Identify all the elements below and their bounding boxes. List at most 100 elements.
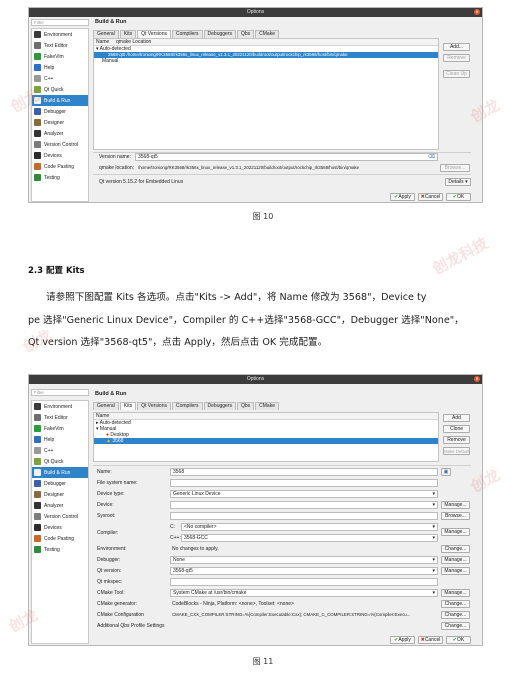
debugger-manage-button[interactable]: Manage... [441, 556, 470, 564]
cmake-generator-change-button[interactable]: Change... [441, 600, 470, 608]
qt-version-info: Qt version 5.15.2 for Embedded Linux [99, 179, 184, 185]
tab-debuggers[interactable]: Debuggers [203, 402, 236, 410]
device-manage-button[interactable]: Manage... [441, 501, 470, 509]
sidebar-item-text-editor[interactable]: Text Editor [32, 40, 88, 51]
device-type-select[interactable]: Generic Linux Device ▾ [170, 490, 438, 498]
tab-compilers[interactable]: Compilers [172, 30, 203, 38]
qt-version-manage-button[interactable]: Manage... [441, 567, 470, 575]
devices-icon [34, 524, 41, 531]
device-select[interactable]: ▾ [170, 501, 438, 509]
sidebar-item-testing[interactable]: Testing [32, 544, 88, 555]
filter-input[interactable]: Filter [31, 19, 89, 26]
sidebar-item-label: Analyzer [44, 502, 64, 509]
close-icon[interactable]: ✕ [474, 9, 480, 15]
sidebar-item-code-pasting[interactable]: Code Pasting [32, 533, 88, 544]
cpp-compiler-select[interactable]: 3568-GCC ▾ [181, 534, 438, 542]
cmake-configuration-value: CMAKE_CXX_COMPILER:STRING=%{Compiler:Exe… [172, 612, 411, 617]
cmake-tool-manage-button[interactable]: Manage... [441, 589, 470, 597]
details-button[interactable]: Details ▾ [445, 178, 471, 186]
browse-button[interactable]: Browse... [440, 164, 470, 172]
apply-button[interactable]: ✔Apply [390, 193, 415, 201]
sidebar-item-label: Testing [44, 174, 60, 181]
sysroot-browse-button[interactable]: Browse... [441, 512, 470, 520]
clear-icon[interactable]: ⌫ [428, 154, 435, 160]
sidebar-item-debugger[interactable]: Debugger [32, 106, 88, 117]
sidebar-item-fakevim[interactable]: FakeVim [32, 51, 88, 62]
expand-arrow-icon[interactable]: ▾ [96, 426, 99, 432]
make-default-button[interactable]: Make Default [443, 447, 470, 455]
tab-qt-versions[interactable]: Qt Versions [137, 30, 171, 38]
cmake-generator-label: CMake generator: [97, 601, 138, 607]
qt-mkspec-input[interactable] [170, 578, 438, 586]
clone-button[interactable]: Clone [443, 425, 470, 433]
version-control-icon [34, 513, 41, 520]
sidebar-item-analyzer[interactable]: Analyzer [32, 500, 88, 511]
tab-cmake[interactable]: CMake [255, 402, 279, 410]
sidebar-item-c[interactable]: C++ [32, 445, 88, 456]
tree-row-kit-3568[interactable]: ▲ 3568 [94, 438, 438, 444]
sidebar-item-fakevim[interactable]: FakeVim [32, 423, 88, 434]
cmake-configuration-change-button[interactable]: Change... [441, 611, 470, 619]
tab-debuggers[interactable]: Debuggers [203, 30, 236, 38]
compiler-manage-button[interactable]: Manage... [441, 528, 470, 536]
cancel-button[interactable]: ✖Cancel [418, 636, 443, 644]
tab-compilers[interactable]: Compilers [172, 402, 203, 410]
name-input[interactable]: 3568 [170, 468, 438, 476]
sidebar-item-build-run[interactable]: Build & Run [32, 467, 88, 478]
sidebar-item-testing[interactable]: Testing [32, 172, 88, 183]
sidebar-item-help[interactable]: Help [32, 62, 88, 73]
add-button[interactable]: Add [443, 414, 470, 422]
sidebar-item-label: Devices [44, 152, 62, 159]
environment-change-button[interactable]: Change... [441, 545, 470, 553]
close-icon[interactable]: ✕ [474, 376, 480, 382]
file-system-name-input[interactable] [170, 479, 438, 487]
tab-kits[interactable]: Kits [119, 30, 137, 38]
sidebar-item-debugger[interactable]: Debugger [32, 478, 88, 489]
clean-up-button[interactable]: Clean Up [443, 70, 470, 78]
tab-kits[interactable]: Kits [119, 402, 137, 410]
page-title: Build & Run [95, 19, 127, 25]
sidebar-item-analyzer[interactable]: Analyzer [32, 128, 88, 139]
add-button[interactable]: Add... [443, 43, 470, 51]
cmake-tool-select[interactable]: System CMake at /usr/bin/cmake ▾ [170, 589, 438, 597]
tab-cmake[interactable]: CMake [255, 30, 279, 38]
tab-qbs[interactable]: Qbs [236, 402, 255, 410]
tab-general[interactable]: General [93, 402, 119, 410]
remove-button[interactable]: Remove [443, 436, 470, 444]
sidebar-item-designer[interactable]: Designer [32, 117, 88, 128]
device-icon-button[interactable]: ▣ [441, 468, 451, 476]
expand-arrow-icon[interactable]: ▾ [96, 46, 99, 52]
tab-general[interactable]: General [93, 30, 119, 38]
sidebar-item-devices[interactable]: Devices [32, 522, 88, 533]
apply-button[interactable]: ✔Apply [390, 636, 415, 644]
sidebar-item-code-pasting[interactable]: Code Pasting [32, 161, 88, 172]
cancel-button[interactable]: ✖Cancel [418, 193, 443, 201]
qbs-profile-change-button[interactable]: Change... [441, 622, 470, 630]
chevron-down-icon: ▾ [432, 524, 435, 530]
tab-qbs[interactable]: Qbs [236, 30, 255, 38]
cmake-generator-value: CodeBlocks - Ninja, Platform: <none>, To… [172, 601, 294, 607]
sidebar-item-devices[interactable]: Devices [32, 150, 88, 161]
ok-button[interactable]: ✔OK [446, 636, 471, 644]
c-compiler-select[interactable]: <No compiler> ▾ [181, 523, 438, 531]
tree-row-manual[interactable]: Manual [94, 58, 438, 64]
remove-button[interactable]: Remove [443, 54, 470, 62]
sidebar-item-help[interactable]: Help [32, 434, 88, 445]
qt-version-select[interactable]: 3568-qt5 ▾ [170, 567, 438, 575]
sidebar-item-version-control[interactable]: Version Control [32, 139, 88, 150]
sidebar-item-environment[interactable]: Environment [32, 29, 88, 40]
tab-qt-versions[interactable]: Qt Versions [137, 402, 171, 410]
sidebar-item-environment[interactable]: Environment [32, 401, 88, 412]
debugger-select[interactable]: None ▾ [170, 556, 438, 564]
sidebar-item-version-control[interactable]: Version Control [32, 511, 88, 522]
filter-input[interactable]: Filter [31, 389, 89, 396]
file-system-name-label: File system name: [97, 480, 138, 486]
sidebar-item-c[interactable]: C++ [32, 73, 88, 84]
sysroot-input[interactable] [170, 512, 438, 520]
sidebar-item-qt-quick[interactable]: Qt Quick [32, 84, 88, 95]
sidebar-item-designer[interactable]: Designer [32, 489, 88, 500]
version-name-input[interactable]: 3568-qt5 ⌫ [135, 153, 438, 161]
sidebar-item-qt-quick[interactable]: Qt Quick [32, 456, 88, 467]
sidebar-item-text-editor[interactable]: Text Editor [32, 412, 88, 423]
ok-button[interactable]: ✔OK [446, 193, 471, 201]
